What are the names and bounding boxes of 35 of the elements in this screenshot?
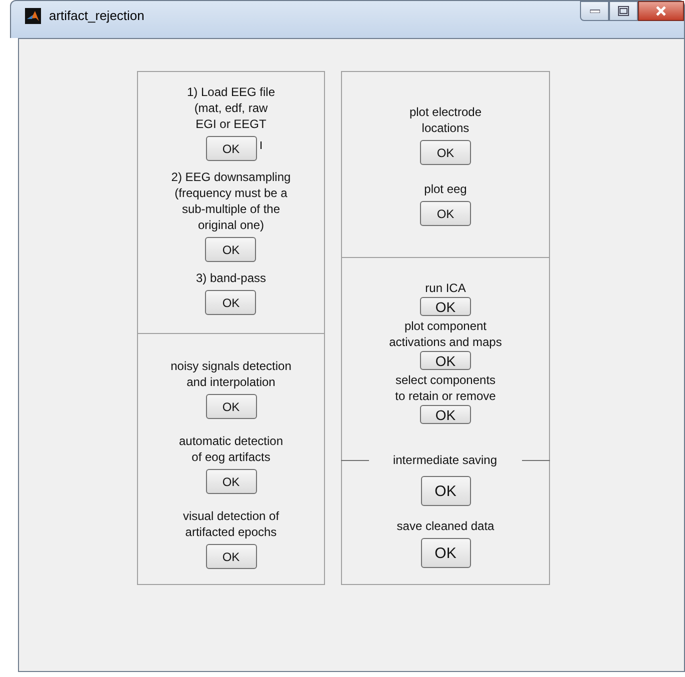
close-icon	[655, 6, 667, 16]
action-label: save cleaned data	[396, 518, 494, 534]
action-label: noisy signals detection and interpolation	[170, 358, 292, 390]
action-label: automatic detection of eog artifacts	[178, 433, 284, 465]
ok-button[interactable]: OK	[420, 351, 471, 370]
action-label: plot eeg	[424, 181, 467, 197]
ok-button[interactable]: OK	[420, 140, 471, 165]
maximize-icon	[618, 6, 629, 16]
action-label: 3) band-pass	[196, 270, 266, 286]
window-title: artifact_rejection	[49, 8, 144, 23]
minimize-icon	[590, 9, 600, 13]
ok-button[interactable]: OK	[206, 544, 256, 569]
action-label: run ICA	[425, 280, 466, 296]
ok-button[interactable]: OK	[206, 136, 256, 161]
action-label: plot component activations and maps	[389, 318, 502, 350]
ok-button[interactable]: OK	[420, 476, 470, 506]
section-label: intermediate saving	[392, 452, 498, 468]
close-button[interactable]	[638, 1, 684, 21]
minimize-button[interactable]	[580, 1, 609, 21]
ok-button[interactable]: OK	[206, 394, 256, 419]
ok-button[interactable]: OK	[420, 538, 470, 568]
ok-button[interactable]: OK	[420, 405, 471, 424]
action-label: 1) Load EEG file (mat, edf, raw EGI or EEGT	[186, 84, 276, 132]
ok-button[interactable]: OK	[205, 290, 256, 315]
ok-button[interactable]: OK	[420, 297, 471, 316]
action-label: plot electrode locations	[409, 104, 482, 136]
text-fragment: I	[260, 140, 263, 152]
action-label: visual detection of artifacted epochs	[182, 508, 280, 540]
app-logo-icon	[25, 8, 41, 24]
action-label: 2) EEG downsampling (frequency must be a sub-multiple of the original one)	[171, 169, 291, 233]
ok-button[interactable]: OK	[420, 201, 471, 226]
maximize-button[interactable]	[609, 1, 638, 21]
ok-button[interactable]: OK	[206, 469, 256, 494]
ok-button[interactable]: OK	[205, 237, 256, 262]
action-label: select components to retain or remove	[395, 372, 496, 404]
